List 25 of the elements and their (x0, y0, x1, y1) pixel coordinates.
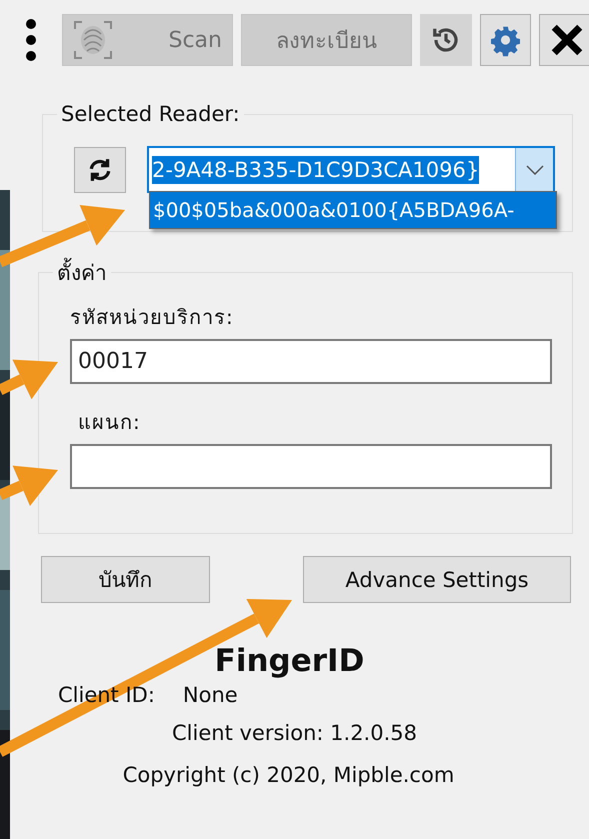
annotation-arrow (0, 466, 58, 506)
annotation-arrow (0, 360, 58, 400)
advance-settings-button[interactable]: Advance Settings (303, 556, 571, 603)
chevron-down-icon (526, 164, 544, 174)
copyright-text: Copyright (c) 2020, Mipble.com (122, 763, 456, 787)
app-name: FingerID (214, 643, 366, 679)
field-label: แผนก: (78, 409, 142, 436)
input-field[interactable]: 00017 (70, 339, 552, 384)
input-field[interactable] (70, 444, 552, 489)
field-label: รหัสหน่วยบริการ: (70, 304, 235, 331)
client-id-value: None (182, 683, 238, 707)
group-title: ตั้งค่า (53, 256, 111, 289)
dropdown-value: 2-9A48-B335-D1C9D3CA1096} (152, 156, 480, 184)
refresh-button[interactable] (74, 146, 126, 192)
refresh-icon (87, 156, 113, 182)
menu-icon[interactable] (24, 18, 38, 62)
save-button[interactable]: บันทึก (41, 556, 210, 603)
fingerprint-icon (73, 20, 113, 60)
settings-button[interactable] (480, 14, 531, 66)
history-button[interactable] (420, 14, 472, 66)
group-title: Selected Reader: (60, 102, 241, 126)
version-text: Client version: 1.2.0.58 (171, 721, 418, 745)
dropdown-option[interactable]: $00$05ba&000a&0100{A5BDA96A- (150, 192, 556, 228)
close-icon (550, 23, 584, 57)
close-button[interactable] (539, 14, 589, 66)
